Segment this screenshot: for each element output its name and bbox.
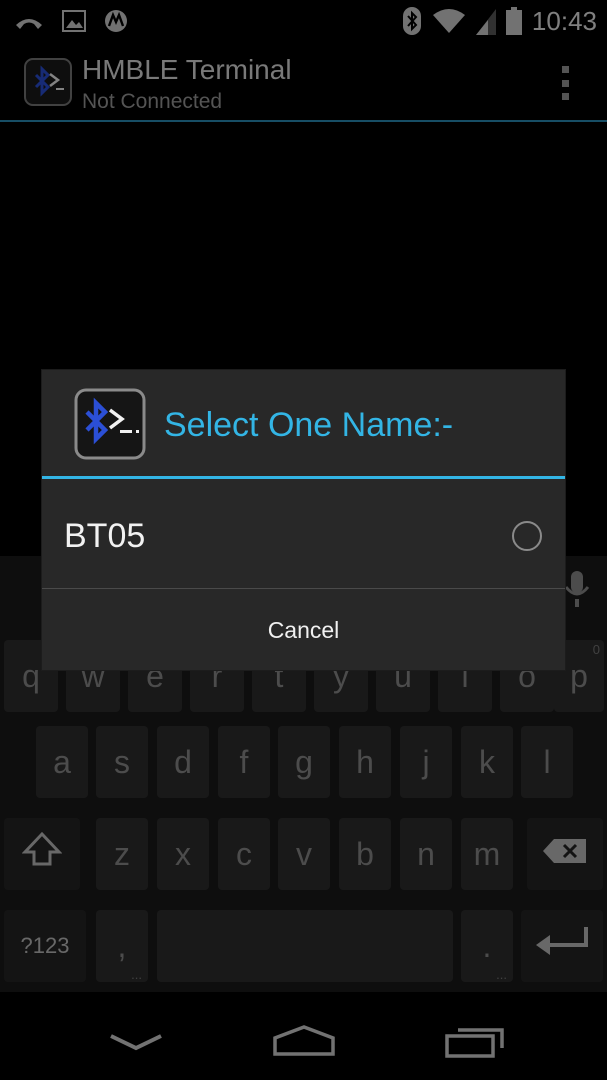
device-name: BT05 xyxy=(64,517,146,555)
device-radio-button[interactable] xyxy=(512,521,542,551)
cancel-button[interactable]: Cancel xyxy=(42,590,565,670)
bluetooth-terminal-icon xyxy=(74,388,146,460)
select-device-dialog: Select One Name:- BT05 Cancel xyxy=(42,370,565,670)
device-list-item[interactable]: BT05 xyxy=(42,481,565,589)
dialog-title: Select One Name:- xyxy=(164,406,454,444)
dialog-header: Select One Name:- xyxy=(42,370,565,479)
